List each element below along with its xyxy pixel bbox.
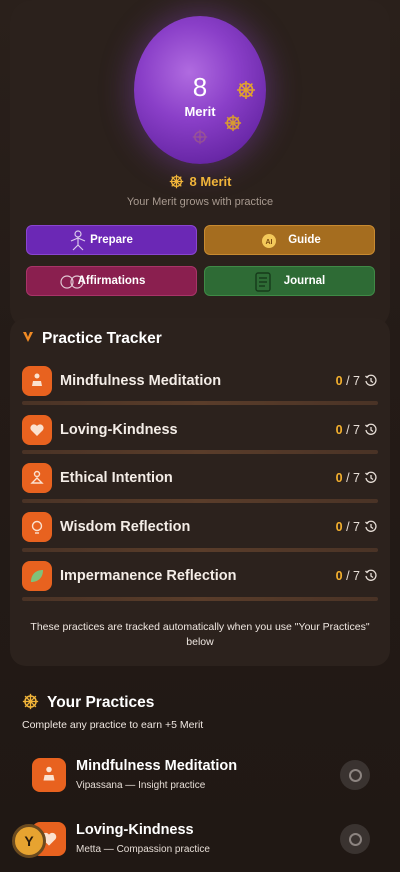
tracker-row-count: 0 / 7 (336, 569, 360, 583)
meditation-icon (32, 758, 66, 792)
history-icon[interactable] (364, 471, 378, 490)
affirmations-button[interactable]: Affirmations (26, 266, 197, 296)
history-icon[interactable] (364, 520, 378, 539)
tracker-row-count: 0 / 7 (336, 471, 360, 485)
lotus-icon (22, 330, 34, 349)
affirmations-label: Affirmations (77, 275, 146, 287)
tracker-row-goal: / 7 (346, 520, 360, 534)
speaking-heads-icon (59, 270, 85, 297)
meditating-figure-icon (67, 229, 89, 256)
tracker-row-done: 0 (335, 569, 343, 583)
practice-name: Mindfulness Meditation (76, 758, 238, 774)
merit-subtitle: Your Merit grows with practice (126, 196, 274, 208)
history-icon[interactable] (364, 423, 378, 442)
complete-check-button[interactable] (340, 760, 370, 790)
practice-tracker-title-text: Practice Tracker (42, 330, 162, 347)
practice-description: Vipassana — Insight practice (76, 780, 206, 791)
tracker-row-goal: / 7 (346, 374, 360, 388)
tracker-row-done: 0 (335, 374, 343, 388)
prepare-button[interactable]: Prepare (26, 225, 197, 255)
tracker-row-done: 0 (335, 471, 343, 485)
practice-item-loving-kindness[interactable]: Loving-Kindness Metta — Compassion pract… (20, 820, 380, 872)
tracker-row-mindfulness[interactable]: Mindfulness Meditation 0 / 7 (20, 366, 380, 400)
practice-tracker-title: Practice Tracker (22, 330, 162, 349)
tracker-row-label: Mindfulness Meditation (60, 373, 222, 389)
tracker-row-done: 0 (335, 520, 343, 534)
merit-orb[interactable]: 8 Merit (120, 8, 280, 168)
avatar[interactable]: Y (12, 824, 46, 858)
tracker-row-label: Loving-Kindness (60, 422, 178, 438)
tracker-row-wisdom[interactable]: Wisdom Reflection 0 / 7 (20, 512, 380, 546)
your-practices-subtitle: Complete any practice to earn +5 Merit (22, 719, 204, 731)
prepare-label: Prepare (90, 234, 133, 246)
dharma-wheel-icon (169, 174, 184, 192)
practice-item-mindfulness[interactable]: Mindfulness Meditation Vipassana — Insig… (20, 756, 380, 818)
dharma-wheel-icon (22, 693, 39, 715)
tracker-progress-bar (22, 450, 378, 454)
svg-text:AI: AI (266, 239, 273, 246)
dharma-wheel-icon (236, 80, 256, 100)
loving-kindness-icon (22, 415, 52, 445)
tracker-progress-bar (22, 401, 378, 405)
history-icon[interactable] (364, 374, 378, 393)
ai-guide-icon: AI (261, 233, 277, 252)
tracker-row-goal: / 7 (346, 471, 360, 485)
guide-label: Guide (288, 234, 321, 246)
practice-description: Metta — Compassion practice (76, 844, 210, 855)
ethical-figure-icon (22, 463, 52, 493)
tracker-progress-bar (22, 548, 378, 552)
merit-summary-text: 8 Merit (189, 174, 232, 189)
your-practices-title-text: Your Practices (47, 694, 155, 711)
app-screen: 8 Merit 8 Merit Your Merit grows with pr… (0, 0, 400, 872)
tracker-row-goal: / 7 (346, 423, 360, 437)
tracker-row-label: Ethical Intention (60, 470, 173, 486)
history-icon[interactable] (364, 569, 378, 588)
tracker-row-loving-kindness[interactable]: Loving-Kindness 0 / 7 (20, 415, 380, 449)
tracker-row-label: Wisdom Reflection (60, 519, 191, 535)
merit-value: 8 (192, 72, 208, 102)
journal-icon (253, 270, 273, 297)
tracker-row-impermanence[interactable]: Impermanence Reflection 0 / 7 (20, 561, 380, 595)
journal-label: Journal (283, 275, 326, 287)
tracker-note: These practices are tracked automaticall… (30, 621, 370, 648)
tracker-row-count: 0 / 7 (336, 423, 360, 437)
merit-label: Merit (184, 104, 216, 119)
tracker-progress-bar (22, 499, 378, 503)
tracker-row-count: 0 / 7 (336, 520, 360, 534)
meditation-icon (22, 366, 52, 396)
your-practices-title: Your Practices (22, 693, 154, 715)
tracker-row-ethical-intention[interactable]: Ethical Intention 0 / 7 (20, 463, 380, 497)
complete-check-button[interactable] (340, 824, 370, 854)
tracker-row-goal: / 7 (346, 569, 360, 583)
merit-summary: 8 Merit (0, 174, 400, 192)
tracker-row-label: Impermanence Reflection (60, 568, 237, 584)
journal-button[interactable]: Journal (204, 266, 375, 296)
leaf-icon (22, 561, 52, 591)
tracker-row-done: 0 (335, 423, 343, 437)
tracker-progress-bar (22, 597, 378, 601)
dharma-wheel-icon (224, 114, 242, 132)
tracker-row-count: 0 / 7 (336, 374, 360, 388)
guide-button[interactable]: AI Guide (204, 225, 375, 255)
practice-name: Loving-Kindness (76, 822, 194, 838)
dharma-wheel-icon (192, 129, 208, 145)
lightbulb-icon (22, 512, 52, 542)
